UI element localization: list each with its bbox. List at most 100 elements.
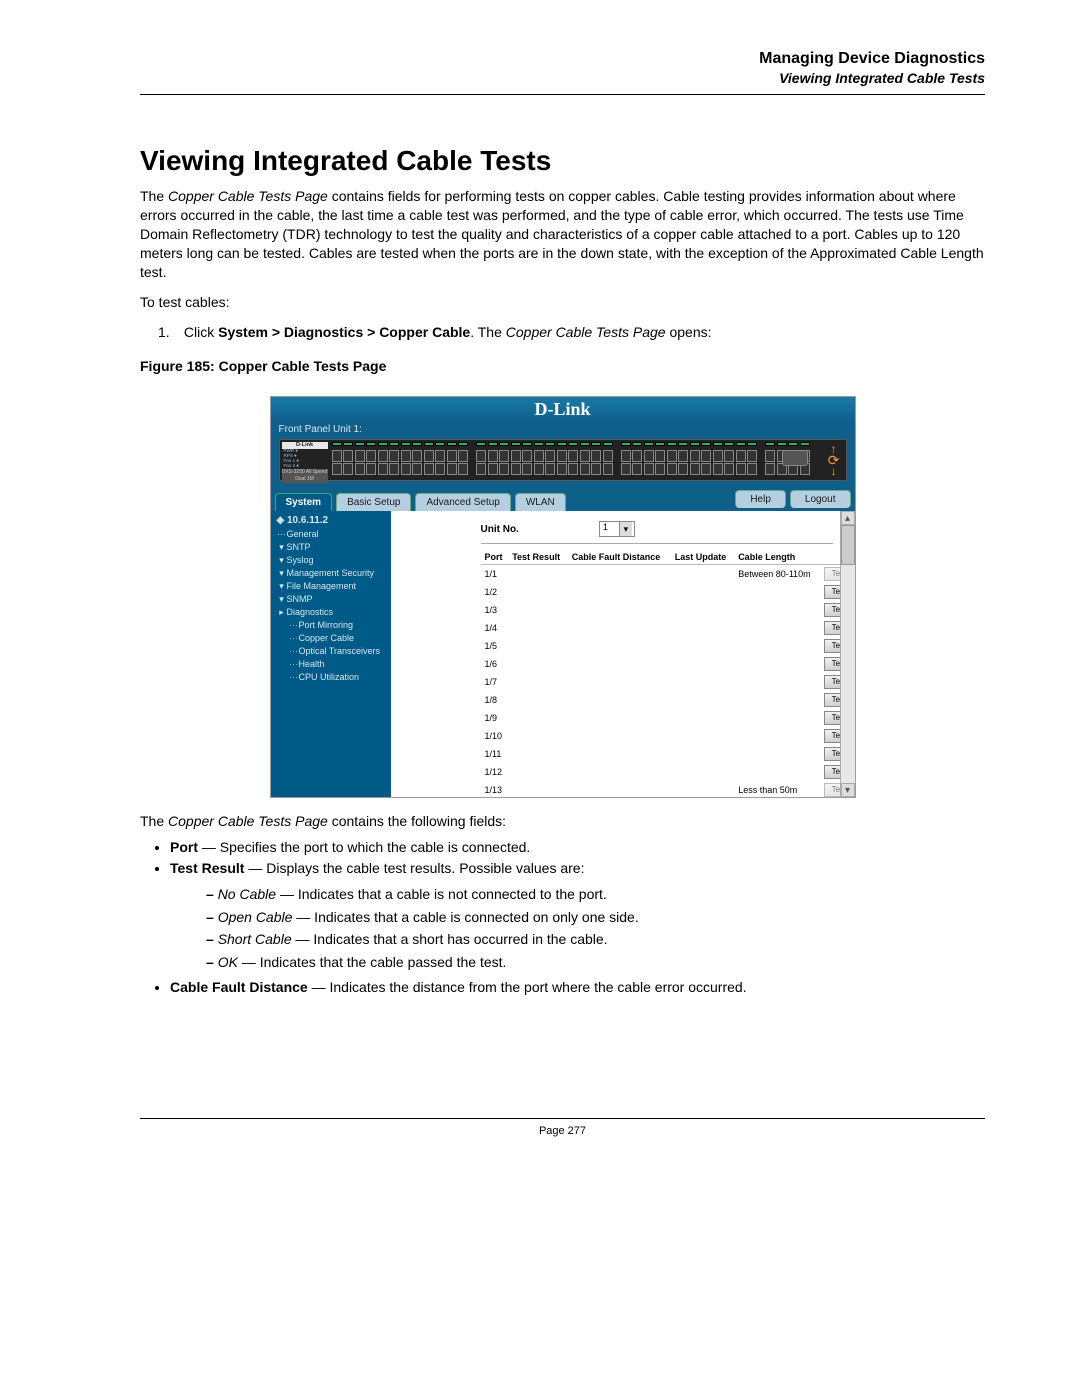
port-icon bbox=[534, 442, 544, 475]
port-icon bbox=[401, 442, 411, 475]
port-icon bbox=[580, 442, 590, 475]
txt: Copper Cable Tests Page bbox=[168, 188, 328, 204]
tab-system[interactable]: System bbox=[275, 493, 333, 511]
table-cell bbox=[508, 619, 568, 637]
table-row: 1/3Test bbox=[481, 601, 855, 619]
intro-paragraph: The Copper Cable Tests Page contains fie… bbox=[140, 187, 985, 281]
table-row: 1/9Test bbox=[481, 709, 855, 727]
table-row: 1/6Test bbox=[481, 655, 855, 673]
dlink-logo: D-Link bbox=[534, 399, 590, 419]
table-cell bbox=[508, 781, 568, 797]
port-icon bbox=[545, 442, 555, 475]
content-pane: Unit No. 1 PortTest ResultCable Fault Di… bbox=[391, 511, 855, 797]
header-section: Managing Device Diagnostics bbox=[140, 50, 985, 68]
table-cell: 1/4 bbox=[481, 619, 509, 637]
table-cell bbox=[734, 673, 820, 691]
tree-item-copper-cable[interactable]: ⋯Copper Cable bbox=[277, 632, 391, 645]
table-cell bbox=[671, 583, 734, 601]
tree-item[interactable]: ⋯General bbox=[277, 528, 391, 541]
front-panel-view: D-Link PWR ● RPS ● Fan 1 ● Fan 2 ● DXS-3… bbox=[271, 437, 855, 485]
table-cell: 1/11 bbox=[481, 745, 509, 763]
tree-item[interactable]: ▾Syslog bbox=[277, 554, 391, 567]
table-cell bbox=[508, 691, 568, 709]
table-cell bbox=[508, 655, 568, 673]
table-cell bbox=[508, 565, 568, 584]
page-number: Page 277 bbox=[140, 1125, 985, 1137]
table-row: 1/10Test bbox=[481, 727, 855, 745]
tab-basic-setup[interactable]: Basic Setup bbox=[336, 493, 411, 511]
tree-item[interactable]: ⋯Port Mirroring bbox=[277, 619, 391, 632]
step-1: 1. Click System > Diagnostics > Copper C… bbox=[158, 324, 985, 340]
table-cell bbox=[568, 655, 671, 673]
table-cell bbox=[671, 673, 734, 691]
txt: DXS-3250 All Speed Dual 1M bbox=[282, 469, 328, 483]
port-icon bbox=[557, 442, 567, 475]
vertical-scrollbar[interactable]: ▴ ▾ bbox=[840, 511, 855, 797]
table-cell: 1/13 bbox=[481, 781, 509, 797]
column-header: Cable Fault Distance bbox=[568, 550, 671, 565]
tree-item[interactable]: ▾SNTP bbox=[277, 541, 391, 554]
table-cell: 1/8 bbox=[481, 691, 509, 709]
brand-bar: D-Link bbox=[271, 397, 855, 422]
table-cell: 1/12 bbox=[481, 763, 509, 781]
front-panel-label: Front Panel Unit 1: bbox=[271, 422, 855, 437]
txt: 10.6.11.2 bbox=[287, 515, 328, 526]
table-cell bbox=[568, 565, 671, 584]
tree-item[interactable]: ▸Diagnostics bbox=[277, 606, 391, 619]
port-icon bbox=[343, 442, 353, 475]
help-button[interactable]: Help bbox=[735, 490, 786, 508]
tree-item[interactable]: ▾Management Security bbox=[277, 567, 391, 580]
page-title: Viewing Integrated Cable Tests bbox=[140, 145, 985, 177]
table-row: 1/8Test bbox=[481, 691, 855, 709]
console-port-icon bbox=[782, 450, 808, 466]
port-icon bbox=[644, 442, 654, 475]
scroll-up-icon[interactable]: ▴ bbox=[841, 511, 855, 525]
column-header: Cable Length bbox=[734, 550, 820, 565]
table-cell bbox=[671, 619, 734, 637]
table-cell bbox=[671, 655, 734, 673]
table-cell bbox=[508, 673, 568, 691]
scroll-thumb[interactable] bbox=[841, 525, 855, 565]
table-cell bbox=[734, 655, 820, 673]
table-cell bbox=[508, 601, 568, 619]
value-open-cable: Open Cable — Indicates that a cable is c… bbox=[206, 906, 985, 928]
txt: Copper Cable Tests Page bbox=[506, 324, 666, 340]
scroll-down-icon[interactable]: ▾ bbox=[841, 783, 855, 797]
tree-item[interactable]: ▾File Management bbox=[277, 580, 391, 593]
results-table: PortTest ResultCable Fault DistanceLast … bbox=[481, 550, 855, 797]
table-cell bbox=[734, 763, 820, 781]
port-icon bbox=[476, 442, 486, 475]
unit-no-select[interactable]: 1 bbox=[599, 521, 635, 537]
table-row: 1/7Test bbox=[481, 673, 855, 691]
value-no-cable: No Cable — Indicates that a cable is not… bbox=[206, 883, 985, 905]
table-cell bbox=[508, 745, 568, 763]
port-icon bbox=[389, 442, 399, 475]
tree-item[interactable]: ⋯CPU Utilization bbox=[277, 671, 391, 684]
port-icon bbox=[458, 442, 468, 475]
tree-item[interactable]: ⋯Optical Transceivers bbox=[277, 645, 391, 658]
txt: Click bbox=[184, 324, 218, 340]
unit-no-label: Unit No. bbox=[481, 524, 519, 535]
table-cell: 1/1 bbox=[481, 565, 509, 584]
port-icon bbox=[511, 442, 521, 475]
port-icon bbox=[424, 442, 434, 475]
table-cell bbox=[734, 619, 820, 637]
table-cell bbox=[568, 583, 671, 601]
txt: The bbox=[140, 813, 168, 829]
port-icon bbox=[499, 442, 509, 475]
logout-button[interactable]: Logout bbox=[790, 490, 851, 508]
port-icon bbox=[488, 442, 498, 475]
tree-item[interactable]: ⋯Health bbox=[277, 658, 391, 671]
port-icon bbox=[678, 442, 688, 475]
port-icon bbox=[355, 442, 365, 475]
tab-advanced-setup[interactable]: Advanced Setup bbox=[415, 493, 510, 511]
table-cell bbox=[508, 763, 568, 781]
tab-wlan[interactable]: WLAN bbox=[515, 493, 566, 511]
table-cell bbox=[671, 637, 734, 655]
step-num: 1. bbox=[158, 324, 180, 340]
tree-item[interactable]: ▾SNMP bbox=[277, 593, 391, 606]
table-cell bbox=[568, 637, 671, 655]
table-cell bbox=[734, 601, 820, 619]
table-cell: 1/5 bbox=[481, 637, 509, 655]
table-cell bbox=[671, 745, 734, 763]
